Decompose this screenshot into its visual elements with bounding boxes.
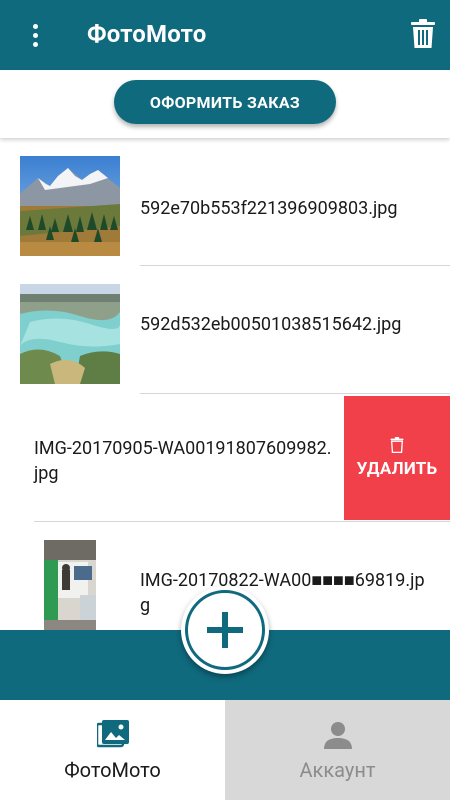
trash-icon (390, 437, 404, 453)
photo-thumbnail (20, 284, 120, 384)
photo-list: 592e70b553f221396909803.jpg 592d532eb005… (0, 138, 450, 630)
list-item[interactable]: 592e70b553f221396909803.jpg (0, 138, 450, 266)
delete-label: УДАЛИТЬ (356, 459, 438, 479)
bottom-navigation: ФотоМото Аккаунт (0, 700, 450, 800)
more-vertical-icon[interactable] (22, 18, 48, 52)
photos-icon (96, 720, 129, 748)
app-screen: ФотоМото ОФОРМИТЬ ЗАКАЗ 592e70b553f22139… (0, 0, 450, 800)
app-title: ФотоМото (87, 20, 207, 48)
file-name: 592e70b553f221396909803.jpg (140, 198, 398, 219)
file-name: 592d532eb00501038515642.jpg (140, 314, 402, 335)
place-order-button[interactable]: ОФОРМИТЬ ЗАКАЗ (114, 80, 336, 124)
add-photo-button[interactable] (181, 586, 269, 674)
file-name: IMG-20170905-WA00191807609982.jpg (34, 438, 332, 484)
photo-thumbnail (20, 156, 120, 256)
tab-label: ФотоМото (64, 758, 161, 782)
list-item[interactable]: IMG-20170905-WA00191807609982.jpg (0, 394, 344, 522)
order-bar: ОФОРМИТЬ ЗАКАЗ (0, 70, 450, 138)
person-icon (323, 722, 352, 749)
photo-thumbnail (44, 540, 96, 630)
tab-photomoto[interactable]: ФотоМото (0, 700, 225, 800)
trash-icon[interactable] (410, 19, 436, 49)
list-item[interactable]: 592d532eb00501038515642.jpg (0, 266, 450, 394)
top-app-bar: ФотоМото (0, 0, 450, 70)
tab-account[interactable]: Аккаунт (225, 700, 450, 800)
fab-ring (185, 590, 265, 670)
tab-label: Аккаунт (299, 758, 376, 782)
swipe-delete-button[interactable]: УДАЛИТЬ (344, 396, 450, 520)
file-name: IMG-20170822-WA00■■■■69819.jpg (140, 570, 425, 616)
